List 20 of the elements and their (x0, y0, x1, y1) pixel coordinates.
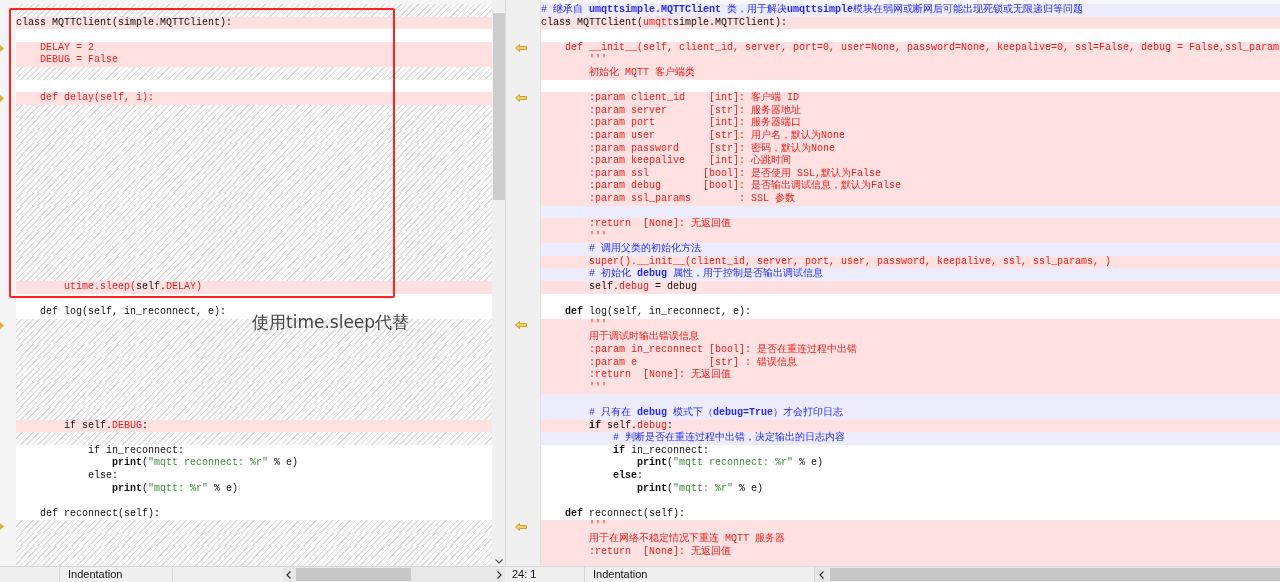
scrollbar-thumb[interactable] (296, 568, 411, 581)
arrow-marker-icon[interactable] (0, 44, 4, 52)
arrow-marker-icon[interactable] (0, 94, 4, 102)
arrow-marker-icon[interactable] (515, 94, 527, 103)
chevron-right-icon[interactable] (497, 570, 502, 579)
arrow-marker-icon[interactable] (0, 523, 4, 531)
scrollbar-thumb[interactable] (492, 13, 505, 200)
cursor-position: 24: 1 (510, 567, 585, 582)
scrollbar-thumb[interactable] (830, 568, 1280, 581)
horizontal-scrollbar[interactable] (815, 567, 1280, 582)
chevron-left-icon[interactable] (286, 570, 291, 579)
indentation-label: Indentation (60, 567, 173, 582)
arrow-marker-icon[interactable] (515, 321, 527, 330)
chevron-left-icon[interactable] (819, 570, 824, 579)
arrow-marker-icon[interactable] (515, 44, 527, 53)
arrow-marker-icon[interactable] (515, 522, 527, 531)
horizontal-scrollbar[interactable] (283, 567, 505, 582)
vertical-scrollbar[interactable] (492, 0, 505, 566)
chevron-down-icon[interactable] (494, 559, 503, 564)
arrow-marker-icon[interactable] (0, 321, 4, 329)
